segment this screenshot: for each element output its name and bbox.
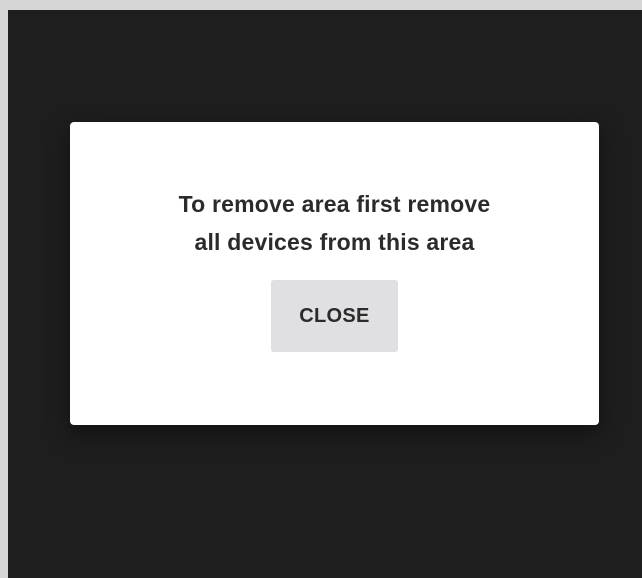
dialog-message-line-2: all devices from this area xyxy=(194,229,475,255)
app-background: To remove area first remove all devices … xyxy=(8,10,642,578)
dialog-message-line-1: To remove area first remove xyxy=(178,191,491,217)
dialog-message: To remove area first remove all devices … xyxy=(125,185,545,261)
close-button[interactable]: CLOSE xyxy=(271,280,398,352)
alert-dialog: To remove area first remove all devices … xyxy=(70,122,599,425)
